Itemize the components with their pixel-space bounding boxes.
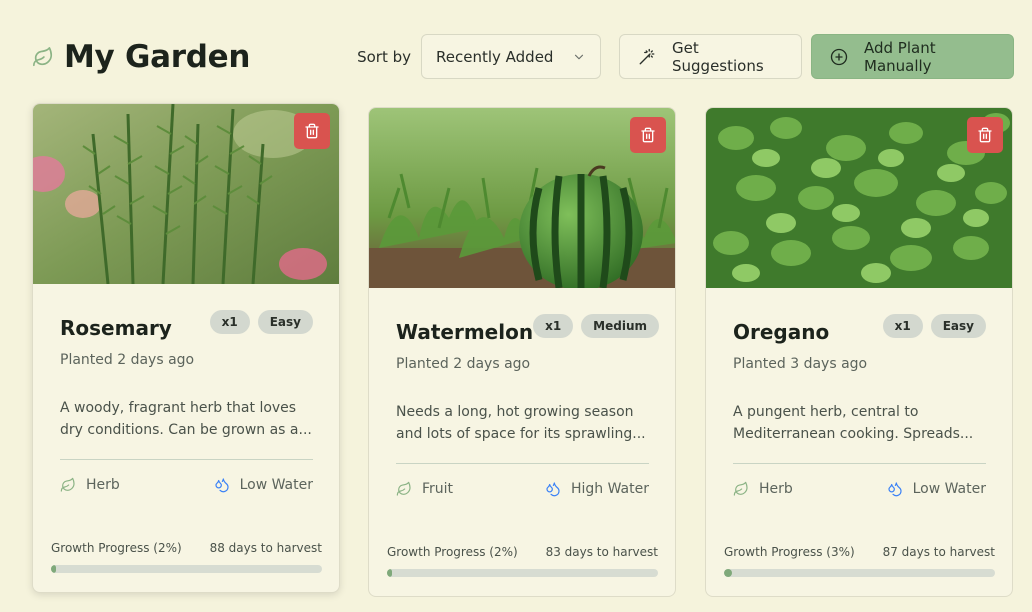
badges: x1 Easy (209, 310, 313, 334)
get-suggestions-button[interactable]: Get Suggestions (619, 34, 802, 79)
page-header: My Garden Sort by Recently Added Get Sug… (32, 34, 1014, 80)
water-need: Low Water (214, 477, 313, 493)
add-plant-button[interactable]: Add Plant Manually (811, 34, 1014, 79)
sort-select[interactable]: Recently Added (421, 34, 601, 79)
progress-bar (387, 569, 658, 577)
sort-label: Sort by (357, 47, 411, 66)
plus-circle-icon (830, 48, 848, 65)
badges: x1 Medium (533, 314, 660, 338)
progress-label: Growth Progress (2%) (51, 541, 182, 555)
category: Herb (733, 481, 793, 497)
progress-bar (51, 565, 322, 573)
plant-photo (369, 108, 675, 288)
progress-label: Growth Progress (2%) (387, 545, 518, 559)
progress-label: Growth Progress (3%) (724, 545, 855, 559)
leaf-icon (733, 481, 748, 496)
name-row: Oregano x1 Easy (733, 314, 986, 344)
title-group: My Garden (32, 39, 250, 75)
water-label: Low Water (239, 477, 313, 493)
droplets-icon (546, 482, 560, 497)
plant-meta: Herb Low Water (733, 481, 986, 497)
card-body: Watermelon x1 Medium Planted 2 days ago … (396, 314, 660, 497)
card-body: Rosemary x1 Easy Planted 2 days ago A wo… (60, 310, 313, 493)
progress-row: Growth Progress (2%) 83 days to harvest (387, 545, 658, 559)
harvest-label: 88 days to harvest (209, 541, 322, 555)
trash-icon (978, 127, 992, 143)
difficulty-badge: Medium (581, 314, 660, 338)
plant-card[interactable]: Watermelon x1 Medium Planted 2 days ago … (368, 107, 676, 597)
progress-fill (387, 569, 393, 577)
progress-fill (51, 565, 57, 573)
category-label: Fruit (422, 481, 454, 497)
category: Fruit (396, 481, 453, 497)
planted-date: Planted 2 days ago (60, 352, 195, 368)
category: Herb (60, 477, 120, 493)
delete-button[interactable] (630, 117, 666, 153)
plant-photo (33, 104, 339, 284)
difficulty-badge: Easy (257, 310, 313, 334)
category-label: Herb (759, 481, 793, 497)
harvest-label: 87 days to harvest (882, 545, 995, 559)
quantity-badge: x1 (209, 310, 250, 334)
leaf-icon (33, 47, 53, 67)
leaf-icon (396, 481, 411, 496)
magic-wand-icon (639, 48, 655, 64)
droplets-icon (214, 478, 229, 493)
plant-description: Needs a long, hot growing season and lot… (396, 404, 646, 442)
toolbar: Sort by Recently Added Get Suggestions A… (357, 34, 1014, 79)
delete-button[interactable] (294, 113, 330, 149)
badges: x1 Easy (882, 314, 986, 338)
plant-card[interactable]: Rosemary x1 Easy Planted 2 days ago A wo… (32, 103, 340, 593)
add-plant-label: Add Plant Manually (864, 38, 936, 75)
page-title: My Garden (64, 39, 251, 75)
plant-description: A woody, fragrant herb that loves dry co… (60, 400, 312, 438)
divider (60, 459, 313, 460)
leaf-icon (60, 477, 75, 492)
water-need: High Water (545, 481, 649, 497)
trash-icon (305, 123, 319, 139)
harvest-label: 83 days to harvest (545, 545, 658, 559)
progress-fill (724, 569, 733, 577)
trash-icon (641, 127, 655, 143)
delete-button[interactable] (967, 117, 1003, 153)
droplets-icon (887, 482, 902, 497)
water-need: Low Water (887, 481, 986, 497)
plant-photo (706, 108, 1012, 288)
name-row: Rosemary x1 Easy (60, 310, 313, 340)
plant-name: Rosemary (60, 316, 172, 340)
progress-row: Growth Progress (3%) 87 days to harvest (724, 545, 995, 559)
plant-meta: Fruit High Water (396, 481, 649, 497)
difficulty-badge: Easy (930, 314, 986, 338)
chevron-down-icon (574, 54, 584, 59)
quantity-badge: x1 (533, 314, 574, 338)
card-body: Oregano x1 Easy Planted 3 days ago A pun… (733, 314, 986, 497)
water-label: High Water (570, 481, 649, 497)
get-suggestions-label: Get Suggestions (672, 38, 764, 75)
plant-card[interactable]: Oregano x1 Easy Planted 3 days ago A pun… (705, 107, 1013, 597)
planted-date: Planted 2 days ago (396, 356, 531, 372)
planted-date: Planted 3 days ago (733, 356, 868, 372)
divider (396, 463, 649, 464)
sort-select-value: Recently Added (436, 47, 554, 66)
plant-description: A pungent herb, central to Mediterranean… (733, 404, 974, 442)
plant-name: Watermelon (396, 320, 534, 344)
plant-meta: Herb Low Water (60, 477, 313, 493)
progress-row: Growth Progress (2%) 88 days to harvest (51, 541, 322, 555)
plant-name: Oregano (733, 320, 830, 344)
category-label: Herb (86, 477, 120, 493)
progress-bar (724, 569, 995, 577)
quantity-badge: x1 (882, 314, 923, 338)
name-row: Watermelon x1 Medium (396, 314, 660, 344)
water-label: Low Water (912, 481, 986, 497)
divider (733, 463, 986, 464)
